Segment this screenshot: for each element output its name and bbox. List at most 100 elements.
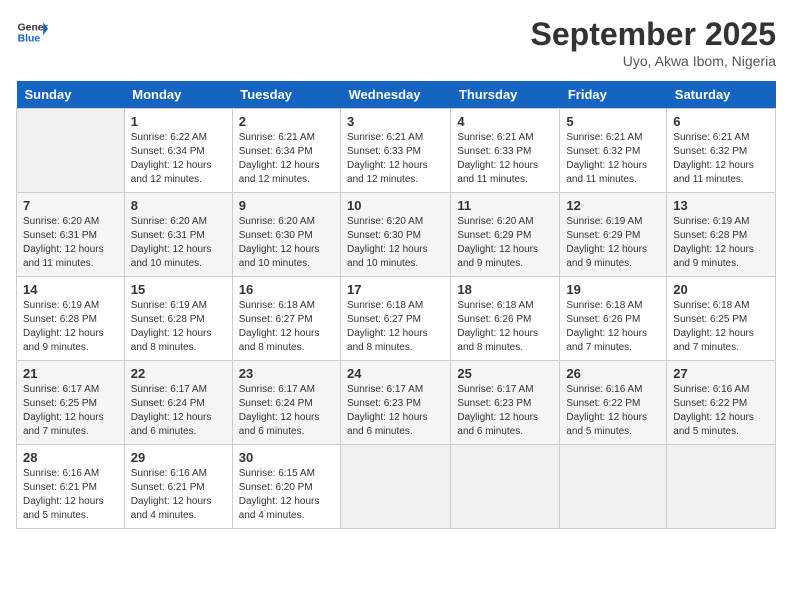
calendar-cell: 4Sunrise: 6:21 AM Sunset: 6:33 PM Daylig…	[451, 109, 560, 193]
calendar-cell	[17, 109, 125, 193]
day-info: Sunrise: 6:16 AM Sunset: 6:22 PM Dayligh…	[566, 383, 660, 439]
calendar-cell	[560, 445, 667, 529]
day-number: 5	[566, 114, 660, 129]
calendar-cell: 26 Sunrise: 6:16 AM Sunset: 6:22 PM Dayli…	[560, 361, 667, 445]
day-number: 25	[457, 366, 553, 381]
day-number: 14	[23, 282, 118, 297]
day-number: 18	[457, 282, 553, 297]
day-number: 28	[23, 450, 118, 465]
calendar-cell: 11 Sunrise: 6:20 AM Sunset: 6:29 PM Dayli…	[451, 193, 560, 277]
calendar-cell: 6 Sunrise: 6:21 AM Sunset: 6:32 PM Daylig…	[667, 109, 776, 193]
day-of-week-header: Thursday	[451, 81, 560, 109]
day-number: 27	[673, 366, 769, 381]
day-info: Sunrise: 6:16 AM Sunset: 6:22 PM Dayligh…	[673, 383, 769, 439]
calendar-cell: 25 Sunrise: 6:17 AM Sunset: 6:23 PM Dayli…	[451, 361, 560, 445]
calendar-cell: 18 Sunrise: 6:18 AM Sunset: 6:26 PM Dayli…	[451, 277, 560, 361]
logo-icon: General Blue	[16, 16, 48, 48]
day-info: Sunrise: 6:21 AM Sunset: 6:32 PM Dayligh…	[673, 131, 769, 187]
day-number: 9	[239, 198, 334, 213]
day-info: Sunrise: 6:17 AM Sunset: 6:23 PM Dayligh…	[457, 383, 553, 439]
day-info: Sunrise: 6:16 AM Sunset: 6:21 PM Dayligh…	[23, 467, 118, 523]
day-number: 19	[566, 282, 660, 297]
calendar-cell: 9 Sunrise: 6:20 AM Sunset: 6:30 PM Daylig…	[232, 193, 340, 277]
day-info: Sunrise: 6:22 AM Sunset: 6:34 PM Dayligh…	[131, 131, 226, 187]
day-number: 8	[131, 198, 226, 213]
calendar-cell	[341, 445, 451, 529]
day-info: Sunrise: 6:20 AM Sunset: 6:30 PM Dayligh…	[347, 215, 444, 271]
day-number: 16	[239, 282, 334, 297]
day-number: 6	[673, 114, 769, 129]
day-number: 17	[347, 282, 444, 297]
day-info: Sunrise: 6:18 AM Sunset: 6:26 PM Dayligh…	[566, 299, 660, 355]
calendar-cell: 28 Sunrise: 6:16 AM Sunset: 6:21 PM Dayli…	[17, 445, 125, 529]
day-info: Sunrise: 6:16 AM Sunset: 6:21 PM Dayligh…	[131, 467, 226, 523]
day-info: Sunrise: 6:19 AM Sunset: 6:28 PM Dayligh…	[673, 215, 769, 271]
calendar-week-row: 21 Sunrise: 6:17 AM Sunset: 6:25 PM Dayli…	[17, 361, 776, 445]
calendar-cell: 2 Sunrise: 6:21 AM Sunset: 6:34 PM Daylig…	[232, 109, 340, 193]
day-number: 20	[673, 282, 769, 297]
day-of-week-header: Monday	[124, 81, 232, 109]
logo: General Blue	[16, 16, 48, 48]
day-info: Sunrise: 6:18 AM Sunset: 6:26 PM Dayligh…	[457, 299, 553, 355]
day-info: Sunrise: 6:18 AM Sunset: 6:25 PM Dayligh…	[673, 299, 769, 355]
day-number: 26	[566, 366, 660, 381]
calendar-cell: 7 Sunrise: 6:20 AM Sunset: 6:31 PM Daylig…	[17, 193, 125, 277]
day-info: Sunrise: 6:21 AM Sunset: 6:33 PM Dayligh…	[347, 131, 444, 187]
month-title: September 2025	[531, 16, 776, 53]
calendar-cell: 1Sunrise: 6:22 AM Sunset: 6:34 PM Daylig…	[124, 109, 232, 193]
day-of-week-header: Saturday	[667, 81, 776, 109]
day-info: Sunrise: 6:20 AM Sunset: 6:29 PM Dayligh…	[457, 215, 553, 271]
day-info: Sunrise: 6:18 AM Sunset: 6:27 PM Dayligh…	[239, 299, 334, 355]
day-info: Sunrise: 6:17 AM Sunset: 6:25 PM Dayligh…	[23, 383, 118, 439]
calendar-week-row: 1Sunrise: 6:22 AM Sunset: 6:34 PM Daylig…	[17, 109, 776, 193]
day-number: 11	[457, 198, 553, 213]
day-info: Sunrise: 6:20 AM Sunset: 6:31 PM Dayligh…	[131, 215, 226, 271]
calendar-cell: 5 Sunrise: 6:21 AM Sunset: 6:32 PM Daylig…	[560, 109, 667, 193]
day-info: Sunrise: 6:17 AM Sunset: 6:24 PM Dayligh…	[131, 383, 226, 439]
calendar-cell: 29 Sunrise: 6:16 AM Sunset: 6:21 PM Dayli…	[124, 445, 232, 529]
day-number: 22	[131, 366, 226, 381]
calendar-cell: 14 Sunrise: 6:19 AM Sunset: 6:28 PM Dayli…	[17, 277, 125, 361]
day-number: 29	[131, 450, 226, 465]
calendar-cell: 10 Sunrise: 6:20 AM Sunset: 6:30 PM Dayli…	[341, 193, 451, 277]
day-info: Sunrise: 6:17 AM Sunset: 6:24 PM Dayligh…	[239, 383, 334, 439]
calendar-cell: 22 Sunrise: 6:17 AM Sunset: 6:24 PM Dayli…	[124, 361, 232, 445]
day-info: Sunrise: 6:19 AM Sunset: 6:29 PM Dayligh…	[566, 215, 660, 271]
title-area: September 2025 Uyo, Akwa Ibom, Nigeria	[531, 16, 776, 69]
calendar-cell: 15 Sunrise: 6:19 AM Sunset: 6:28 PM Dayli…	[124, 277, 232, 361]
calendar-cell: 16 Sunrise: 6:18 AM Sunset: 6:27 PM Dayli…	[232, 277, 340, 361]
day-number: 3	[347, 114, 444, 129]
day-info: Sunrise: 6:18 AM Sunset: 6:27 PM Dayligh…	[347, 299, 444, 355]
day-info: Sunrise: 6:19 AM Sunset: 6:28 PM Dayligh…	[131, 299, 226, 355]
calendar-cell: 12Sunrise: 6:19 AM Sunset: 6:29 PM Dayli…	[560, 193, 667, 277]
calendar-cell: 24Sunrise: 6:17 AM Sunset: 6:23 PM Dayli…	[341, 361, 451, 445]
calendar-cell: 13Sunrise: 6:19 AM Sunset: 6:28 PM Dayli…	[667, 193, 776, 277]
calendar-header-row: SundayMondayTuesdayWednesdayThursdayFrid…	[17, 81, 776, 109]
day-number: 4	[457, 114, 553, 129]
day-number: 21	[23, 366, 118, 381]
calendar-cell: 21 Sunrise: 6:17 AM Sunset: 6:25 PM Dayli…	[17, 361, 125, 445]
day-number: 10	[347, 198, 444, 213]
day-info: Sunrise: 6:21 AM Sunset: 6:34 PM Dayligh…	[239, 131, 334, 187]
day-number: 24	[347, 366, 444, 381]
day-of-week-header: Wednesday	[341, 81, 451, 109]
calendar-cell	[667, 445, 776, 529]
day-info: Sunrise: 6:20 AM Sunset: 6:31 PM Dayligh…	[23, 215, 118, 271]
calendar-cell: 27 Sunrise: 6:16 AM Sunset: 6:22 PM Dayli…	[667, 361, 776, 445]
calendar-week-row: 28 Sunrise: 6:16 AM Sunset: 6:21 PM Dayli…	[17, 445, 776, 529]
day-of-week-header: Sunday	[17, 81, 125, 109]
day-info: Sunrise: 6:21 AM Sunset: 6:32 PM Dayligh…	[566, 131, 660, 187]
calendar-week-row: 7 Sunrise: 6:20 AM Sunset: 6:31 PM Daylig…	[17, 193, 776, 277]
day-info: Sunrise: 6:20 AM Sunset: 6:30 PM Dayligh…	[239, 215, 334, 271]
calendar-cell: 17 Sunrise: 6:18 AM Sunset: 6:27 PM Dayli…	[341, 277, 451, 361]
day-number: 7	[23, 198, 118, 213]
calendar-table: SundayMondayTuesdayWednesdayThursdayFrid…	[16, 81, 776, 529]
calendar-cell: 30Sunrise: 6:15 AM Sunset: 6:20 PM Dayli…	[232, 445, 340, 529]
calendar-cell	[451, 445, 560, 529]
day-number: 23	[239, 366, 334, 381]
svg-text:Blue: Blue	[18, 34, 41, 45]
day-number: 15	[131, 282, 226, 297]
day-info: Sunrise: 6:19 AM Sunset: 6:28 PM Dayligh…	[23, 299, 118, 355]
calendar-cell: 19 Sunrise: 6:18 AM Sunset: 6:26 PM Dayli…	[560, 277, 667, 361]
day-number: 2	[239, 114, 334, 129]
